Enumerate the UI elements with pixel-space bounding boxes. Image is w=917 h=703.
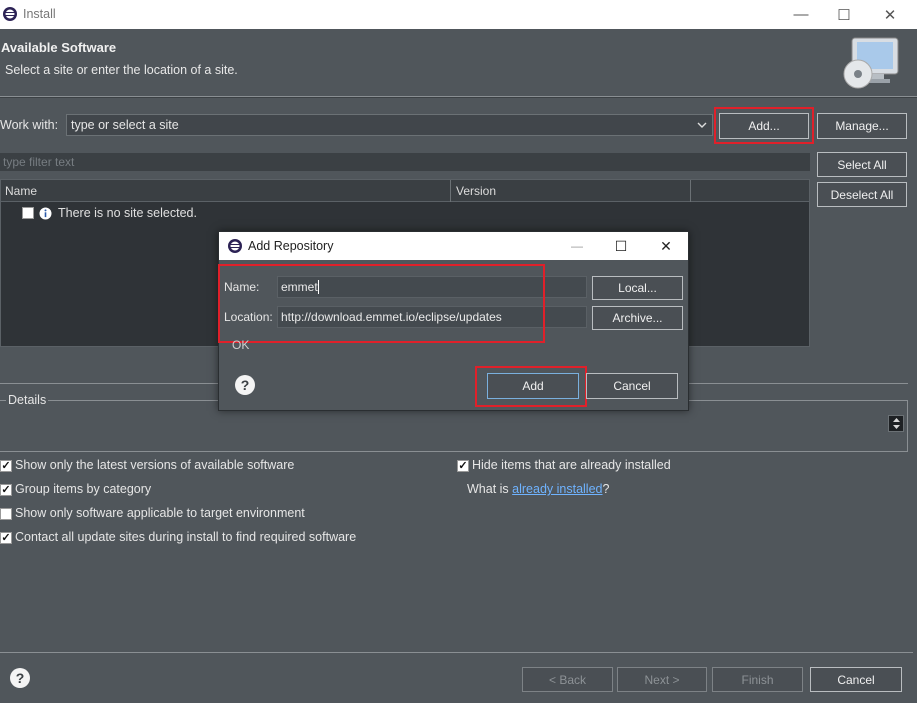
- select-all-label: Select All: [837, 157, 887, 172]
- group-by-category-label: Group items by category: [15, 482, 152, 496]
- target-env-label: Show only software applicable to target …: [15, 506, 305, 520]
- minimize-icon: —: [571, 239, 583, 253]
- back-button[interactable]: < Back: [522, 667, 613, 692]
- dialog-titlebar: Add Repository — ☐ ✕: [219, 232, 688, 260]
- window-titlebar: Install — ☐ ✕: [0, 0, 917, 29]
- next-button[interactable]: Next >: [617, 667, 707, 692]
- dialog-status: OK: [232, 338, 250, 352]
- filter-placeholder: type filter text: [3, 155, 75, 169]
- dialog-cancel-button[interactable]: Cancel: [586, 373, 678, 399]
- info-icon: [39, 207, 52, 220]
- install-banner-icon: [843, 37, 899, 89]
- dialog-cancel-label: Cancel: [613, 379, 651, 393]
- latest-versions-checkbox[interactable]: ✓: [0, 460, 12, 472]
- eclipse-app-icon: [3, 7, 17, 21]
- minimize-icon: —: [793, 6, 809, 23]
- add-repository-dialog: Add Repository — ☐ ✕ Name: emmet Locatio…: [218, 231, 689, 411]
- footer-separator: [0, 652, 913, 653]
- what-is-prefix: What is: [467, 482, 513, 496]
- table-row[interactable]: There is no site selected.: [22, 206, 442, 222]
- column-divider[interactable]: [690, 180, 691, 202]
- details-scroll-arrows[interactable]: [888, 415, 904, 432]
- page-subtitle: Select a site or enter the location of a…: [5, 63, 238, 77]
- dialog-close-button[interactable]: ✕: [651, 232, 681, 260]
- minimize-button[interactable]: —: [778, 0, 824, 29]
- close-button[interactable]: ✕: [867, 0, 913, 29]
- filter-input[interactable]: type filter text: [0, 153, 810, 171]
- cancel-button[interactable]: Cancel: [810, 667, 902, 692]
- hide-installed-checkbox[interactable]: ✓: [457, 460, 469, 472]
- deselect-all-button[interactable]: Deselect All: [817, 182, 907, 207]
- local-button[interactable]: Local...: [592, 276, 683, 300]
- details-label: Details: [6, 393, 49, 407]
- group-by-category-checkbox[interactable]: ✓: [0, 484, 12, 496]
- contact-sites-label: Contact all update sites during install …: [15, 530, 357, 544]
- add-site-button[interactable]: Add...: [719, 113, 809, 139]
- dialog-maximize-button[interactable]: ☐: [606, 232, 636, 260]
- archive-button[interactable]: Archive...: [592, 306, 683, 330]
- page-title: Available Software: [1, 40, 117, 55]
- maximize-icon: ☐: [614, 237, 628, 254]
- back-label: < Back: [548, 672, 587, 687]
- select-all-button[interactable]: Select All: [817, 152, 907, 177]
- dialog-add-button[interactable]: Add: [487, 373, 579, 399]
- latest-versions-label: Show only the latest versions of availab…: [15, 458, 295, 472]
- local-label: Local...: [618, 281, 657, 295]
- hide-installed-label: Hide items that are already installed: [472, 458, 671, 472]
- dialog-title: Add Repository: [248, 239, 334, 253]
- close-icon: ✕: [883, 6, 897, 24]
- fields-highlight: [218, 264, 545, 343]
- manage-label: Manage...: [835, 119, 889, 133]
- already-installed-link[interactable]: already installed: [512, 482, 602, 496]
- target-env-checkbox[interactable]: [0, 508, 12, 520]
- finish-label: Finish: [741, 672, 774, 687]
- work-with-value: type or select a site: [71, 118, 179, 132]
- column-header-version[interactable]: Version: [456, 184, 496, 198]
- eclipse-app-icon: [228, 239, 242, 253]
- row-text: There is no site selected.: [58, 206, 197, 220]
- close-icon: ✕: [660, 237, 672, 254]
- finish-button[interactable]: Finish: [712, 667, 803, 692]
- add-site-label: Add...: [748, 119, 780, 133]
- table-header: Name Version: [1, 180, 809, 202]
- scroll-arrows-icon: [893, 418, 900, 429]
- work-with-label: Work with:: [0, 118, 59, 132]
- window-title: Install: [23, 7, 56, 21]
- contact-sites-checkbox[interactable]: ✓: [0, 532, 12, 544]
- what-is-suffix: ?: [602, 482, 610, 496]
- dialog-add-label: Add: [522, 379, 544, 393]
- dialog-help-icon[interactable]: ?: [235, 375, 255, 395]
- archive-label: Archive...: [612, 311, 663, 325]
- column-divider[interactable]: [450, 180, 451, 202]
- dialog-minimize-button[interactable]: —: [562, 232, 592, 260]
- column-header-name[interactable]: Name: [5, 184, 37, 198]
- what-is-installed-text: What is already installed?: [467, 482, 609, 496]
- maximize-icon: ☐: [837, 6, 851, 24]
- manage-button[interactable]: Manage...: [817, 113, 907, 139]
- maximize-button[interactable]: ☐: [821, 0, 867, 29]
- header-separator-shadow: [0, 97, 917, 98]
- cancel-label: Cancel: [837, 672, 875, 687]
- next-label: Next >: [644, 672, 680, 687]
- chevron-down-icon[interactable]: [697, 121, 707, 129]
- work-with-combo[interactable]: type or select a site: [66, 114, 713, 136]
- deselect-all-label: Deselect All: [830, 187, 894, 202]
- help-icon[interactable]: ?: [10, 668, 30, 688]
- row-checkbox[interactable]: [22, 207, 34, 219]
